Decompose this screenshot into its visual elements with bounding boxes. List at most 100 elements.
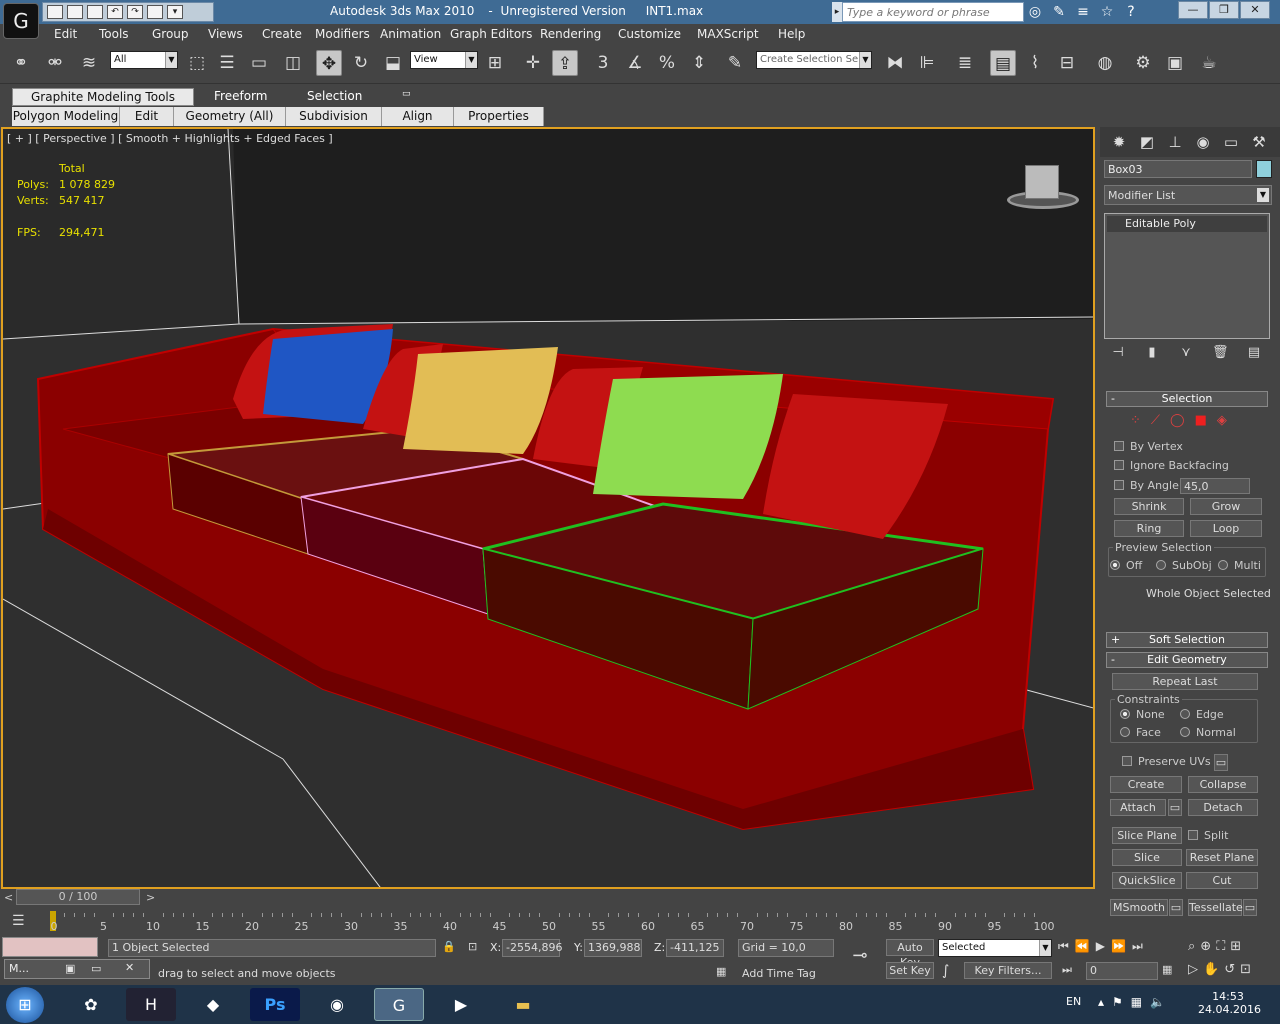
maxscript-listener-pink[interactable] <box>2 937 98 957</box>
volume-icon[interactable]: 🔈 <box>1150 995 1165 1009</box>
named-selection-dropdown[interactable]: Create Selection Se ▼ <box>756 51 872 69</box>
fov-icon[interactable]: ▷ <box>1188 962 1198 977</box>
new-icon[interactable] <box>47 5 63 19</box>
play-icon[interactable]: ▶ <box>1096 939 1105 954</box>
quickslice-button[interactable]: QuickSlice <box>1112 872 1182 889</box>
orbit-icon[interactable]: ↺ <box>1224 962 1235 977</box>
start-button[interactable]: ⊞ <box>6 987 44 1023</box>
save-icon[interactable] <box>87 5 103 19</box>
modifier-list-dropdown[interactable]: Modifier List ▼ <box>1104 185 1272 205</box>
menu-modifiers[interactable]: Modifiers <box>315 27 370 41</box>
maximize-button[interactable]: ❐ <box>1209 1 1239 19</box>
create-tab-icon[interactable]: ✹ <box>1108 131 1130 153</box>
graphite-toggle-icon[interactable]: ▤ <box>990 50 1016 76</box>
network-icon[interactable]: ▦ <box>1131 995 1142 1009</box>
configure-sets-icon[interactable]: ▤ <box>1246 345 1262 361</box>
select-and-scale-icon[interactable]: ⬓ <box>380 50 406 76</box>
keyboard-shortcut-icon[interactable]: ⇪ <box>552 50 578 76</box>
panel-geometry-all[interactable]: Geometry (All) <box>174 107 286 126</box>
viewport-label[interactable]: [ + ] [ Perspective ] [ Smooth + Highlig… <box>7 132 333 145</box>
key-mode-dropdown[interactable]: Selected ▼ <box>938 939 1052 957</box>
next-key-icon[interactable]: ⏩ <box>1111 939 1126 954</box>
listener-restore-icon[interactable]: ▣ <box>65 962 75 975</box>
snaps-toggle-icon[interactable]: 3 <box>590 50 616 76</box>
align-icon[interactable]: ⊫ <box>914 50 940 76</box>
next-frame-icon[interactable]: > <box>146 891 155 904</box>
tessellate-settings-button[interactable]: ▭ <box>1243 899 1257 916</box>
viewcube-icon[interactable] <box>1007 165 1079 211</box>
time-tag-icon[interactable]: ▦ <box>716 965 726 978</box>
element-level-icon[interactable]: ◈ <box>1217 413 1227 428</box>
vertex-level-icon[interactable]: ⁘ <box>1130 413 1141 428</box>
menu-maxscript[interactable]: MAXScript <box>697 27 759 41</box>
pin-stack-icon[interactable]: ⊣ <box>1110 345 1126 361</box>
prev-key-icon[interactable]: ⏪ <box>1075 939 1090 954</box>
grow-button[interactable]: Grow <box>1190 498 1262 515</box>
menu-create[interactable]: Create <box>262 27 302 41</box>
cut-button[interactable]: Cut <box>1186 872 1258 889</box>
zoom-icon[interactable]: ⌕ <box>1188 939 1195 954</box>
key-filters-button[interactable]: Key Filters... <box>964 962 1052 979</box>
close-button[interactable]: ✕ <box>1240 1 1270 19</box>
tab-freeform[interactable]: Freeform <box>210 88 271 106</box>
attach-button[interactable]: Attach <box>1110 799 1166 816</box>
curve-editor-icon[interactable]: ⌇ <box>1022 50 1048 76</box>
language-indicator[interactable]: EN <box>1066 995 1081 1008</box>
maxscript-mini-listener[interactable]: M... ▣ ▭ ✕ <box>4 959 150 979</box>
spinner-snap-icon[interactable]: ⇕ <box>686 50 712 76</box>
utilities-tab-icon[interactable]: ⚒ <box>1248 131 1270 153</box>
rect-selection-icon[interactable]: ▭ <box>246 50 272 76</box>
select-object-icon[interactable]: ⬚ <box>184 50 210 76</box>
preview-off-radio[interactable]: Off <box>1110 559 1142 572</box>
select-and-move-icon[interactable]: ✥ <box>316 50 342 76</box>
constraint-face-radio[interactable]: Face <box>1120 726 1161 739</box>
listener-max-icon[interactable]: ▭ <box>91 962 101 975</box>
taskbar-app-3-icon[interactable]: ◆ <box>188 988 238 1021</box>
bind-space-warp-icon[interactable]: ≋ <box>76 50 102 76</box>
key-mode-toggle-icon[interactable]: ⏭ <box>1062 963 1072 977</box>
add-time-tag[interactable]: Add Time Tag <box>742 967 816 980</box>
binoculars-icon[interactable]: ◎ <box>1026 3 1044 21</box>
panel-polygon-modeling[interactable]: Polygon Modeling <box>12 107 120 126</box>
remove-modifier-icon[interactable]: 🗑 <box>1212 345 1229 361</box>
preserve-uvs-settings-button[interactable]: ▭ <box>1214 754 1228 771</box>
show-end-result-icon[interactable]: ▮ <box>1144 345 1160 361</box>
split-checkbox[interactable]: Split <box>1188 829 1228 842</box>
clock[interactable]: 14:53 24.04.2016 <box>1198 990 1261 1016</box>
set-key-mode-icon[interactable]: ⊸ <box>842 945 878 975</box>
auto-key-button[interactable]: Auto Key <box>886 939 934 969</box>
shrink-button[interactable]: Shrink <box>1114 498 1184 515</box>
menu-rendering[interactable]: Rendering <box>540 27 601 41</box>
material-editor-icon[interactable]: ◍ <box>1092 50 1118 76</box>
menu-customize[interactable]: Customize <box>618 27 681 41</box>
link-icon[interactable]: ⚭ <box>8 50 34 76</box>
create-button[interactable]: Create <box>1110 776 1182 793</box>
default-tangent-icon[interactable]: ∫ <box>942 963 949 979</box>
loop-button[interactable]: Loop <box>1190 520 1262 537</box>
minimize-button[interactable]: — <box>1178 1 1208 19</box>
track-bar[interactable]: ☰ 0 5 10 15 20 25 30 35 40 45 50 55 60 65 70 75 80 85 90 95… <box>0 907 1100 935</box>
ribbon-minimize-icon[interactable]: ▭ <box>398 88 415 106</box>
stack-item-editable-poly[interactable]: Editable Poly <box>1107 216 1267 232</box>
open-icon[interactable] <box>67 5 83 19</box>
photoshop-icon[interactable]: Ps <box>250 988 300 1021</box>
set-key-button[interactable]: Set Key <box>886 962 934 979</box>
display-tab-icon[interactable]: ▭ <box>1220 131 1242 153</box>
pivot-center-icon[interactable]: ⊞ <box>482 50 508 76</box>
panel-subdivision[interactable]: Subdivision <box>286 107 382 126</box>
go-to-end-icon[interactable]: ⏭ <box>1132 939 1143 954</box>
menu-views[interactable]: Views <box>208 27 243 41</box>
tab-selection[interactable]: Selection <box>303 88 366 106</box>
app-logo-icon[interactable]: G <box>3 3 39 39</box>
qat-menu-icon[interactable]: ▾ <box>167 5 183 19</box>
angle-input[interactable]: 45,0 <box>1180 478 1250 494</box>
perspective-viewport[interactable]: [ + ] [ Perspective ] [ Smooth + Highlig… <box>1 127 1095 889</box>
favorites-star-icon[interactable]: ☆ <box>1098 3 1116 21</box>
time-slider[interactable]: 0 / 100 <box>16 889 140 905</box>
project-icon[interactable] <box>147 5 163 19</box>
menu-animation[interactable]: Animation <box>380 27 441 41</box>
repeat-last-button[interactable]: Repeat Last <box>1112 673 1258 690</box>
hierarchy-tab-icon[interactable]: ⊥ <box>1164 131 1186 153</box>
select-by-name-icon[interactable]: ☰ <box>214 50 240 76</box>
reset-plane-button[interactable]: Reset Plane <box>1186 849 1258 866</box>
